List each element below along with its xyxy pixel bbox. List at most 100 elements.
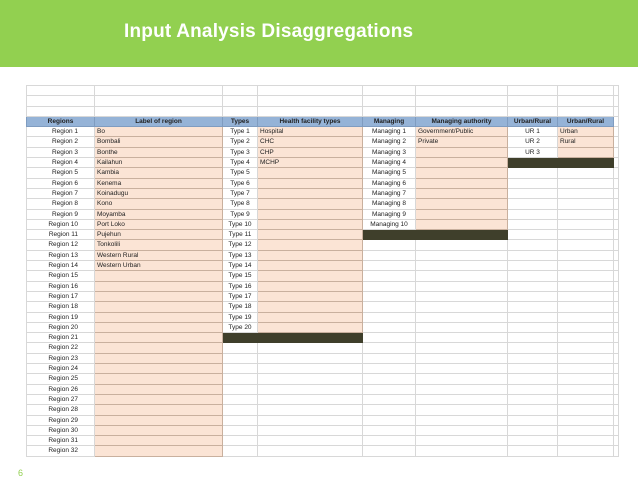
empty-cell[interactable] (362, 105, 416, 117)
empty-cell[interactable] (557, 290, 614, 303)
facility-type-cell[interactable]: Hospital (257, 126, 363, 138)
empty-cell[interactable] (557, 208, 614, 220)
empty-cell[interactable] (613, 301, 619, 313)
region-label-cell[interactable] (94, 414, 223, 426)
region-label-cell[interactable] (94, 445, 223, 457)
type-cell[interactable]: Type 2 (222, 136, 258, 148)
region-label-cell[interactable] (94, 280, 223, 292)
empty-cell[interactable] (557, 249, 614, 262)
empty-cell[interactable] (362, 414, 416, 426)
region-cell[interactable]: Region 20 (26, 321, 95, 334)
region-cell[interactable]: Region 14 (26, 260, 95, 272)
empty-cell[interactable] (257, 84, 363, 97)
empty-cell[interactable] (613, 290, 619, 303)
empty-cell[interactable] (507, 239, 558, 251)
empty-cell[interactable] (415, 414, 508, 426)
empty-cell[interactable] (257, 95, 363, 107)
region-cell[interactable]: Region 1 (26, 126, 95, 138)
empty-cell[interactable] (557, 229, 614, 241)
region-cell[interactable]: Region 15 (26, 270, 95, 282)
empty-cell[interactable] (415, 321, 508, 334)
empty-cell[interactable] (557, 105, 614, 117)
ur-label-cell[interactable]: Rural (557, 136, 614, 148)
region-label-cell[interactable]: Kailahun (94, 157, 223, 169)
empty-cell[interactable] (557, 414, 614, 426)
region-label-cell[interactable]: Kenema (94, 177, 223, 189)
region-cell[interactable]: Region 8 (26, 198, 95, 210)
empty-cell[interactable] (415, 352, 508, 365)
empty-cell[interactable] (507, 404, 558, 416)
type-cell[interactable]: Type 13 (222, 249, 258, 262)
empty-cell[interactable] (507, 198, 558, 210)
empty-cell[interactable] (613, 383, 619, 395)
empty-cell[interactable] (415, 280, 508, 292)
type-cell[interactable]: Type 14 (222, 260, 258, 272)
empty-cell[interactable] (557, 383, 614, 395)
region-cell[interactable]: Region 16 (26, 280, 95, 292)
facility-type-cell[interactable] (257, 311, 363, 323)
empty-cell[interactable] (613, 84, 619, 97)
region-label-cell[interactable] (94, 290, 223, 303)
empty-cell[interactable] (362, 445, 416, 457)
empty-cell[interactable] (613, 167, 619, 179)
empty-cell[interactable] (222, 445, 258, 457)
empty-cell[interactable] (507, 187, 558, 200)
empty-cell[interactable] (507, 105, 558, 117)
empty-cell[interactable] (507, 321, 558, 334)
empty-cell[interactable] (362, 321, 416, 334)
empty-cell[interactable] (557, 321, 614, 334)
empty-cell[interactable] (613, 435, 619, 447)
empty-cell[interactable] (362, 290, 416, 303)
empty-cell[interactable] (507, 363, 558, 375)
managing-cell[interactable]: Managing 5 (362, 167, 416, 179)
empty-cell[interactable] (415, 301, 508, 313)
empty-cell[interactable] (557, 332, 614, 344)
managing-cell[interactable]: Managing 7 (362, 187, 416, 200)
type-cell[interactable]: Type 4 (222, 157, 258, 169)
region-cell[interactable]: Region 32 (26, 445, 95, 457)
type-cell[interactable]: Type 18 (222, 301, 258, 313)
empty-cell[interactable] (222, 393, 258, 406)
empty-cell[interactable] (507, 435, 558, 447)
region-cell[interactable]: Region 22 (26, 342, 95, 354)
managing-authority-cell[interactable] (415, 218, 508, 231)
empty-cell[interactable] (507, 301, 558, 313)
empty-cell[interactable] (613, 177, 619, 189)
empty-cell[interactable] (222, 342, 258, 354)
type-cell[interactable]: Type 7 (222, 187, 258, 200)
empty-cell[interactable] (257, 435, 363, 447)
empty-cell[interactable] (613, 260, 619, 272)
managing-authority-cell[interactable] (415, 177, 508, 189)
empty-cell[interactable] (222, 414, 258, 426)
region-label-cell[interactable] (94, 332, 223, 344)
managing-cell[interactable]: Managing 8 (362, 198, 416, 210)
empty-cell[interactable] (257, 352, 363, 365)
managing-authority-cell[interactable] (415, 146, 508, 159)
type-cell[interactable]: Type 3 (222, 146, 258, 159)
empty-cell[interactable] (362, 383, 416, 395)
type-cell[interactable]: Type 11 (222, 229, 258, 241)
empty-cell[interactable] (362, 352, 416, 365)
type-cell[interactable]: Type 16 (222, 280, 258, 292)
empty-cell[interactable] (613, 311, 619, 323)
managing-authority-cell[interactable] (415, 187, 508, 200)
empty-cell[interactable] (415, 239, 508, 251)
region-label-cell[interactable] (94, 363, 223, 375)
empty-cell[interactable] (557, 167, 614, 179)
empty-cell[interactable] (507, 424, 558, 437)
empty-cell[interactable] (613, 249, 619, 262)
empty-cell[interactable] (257, 404, 363, 416)
region-cell[interactable]: Region 27 (26, 393, 95, 406)
empty-cell[interactable] (557, 280, 614, 292)
empty-cell[interactable] (613, 332, 619, 344)
empty-cell[interactable] (415, 290, 508, 303)
empty-cell[interactable] (362, 342, 416, 354)
empty-cell[interactable] (222, 105, 258, 117)
region-label-cell[interactable] (94, 321, 223, 334)
region-label-cell[interactable] (94, 404, 223, 416)
empty-cell[interactable] (557, 363, 614, 375)
empty-cell[interactable] (362, 95, 416, 107)
region-cell[interactable]: Region 24 (26, 363, 95, 375)
empty-cell[interactable] (362, 393, 416, 406)
empty-cell[interactable] (362, 270, 416, 282)
